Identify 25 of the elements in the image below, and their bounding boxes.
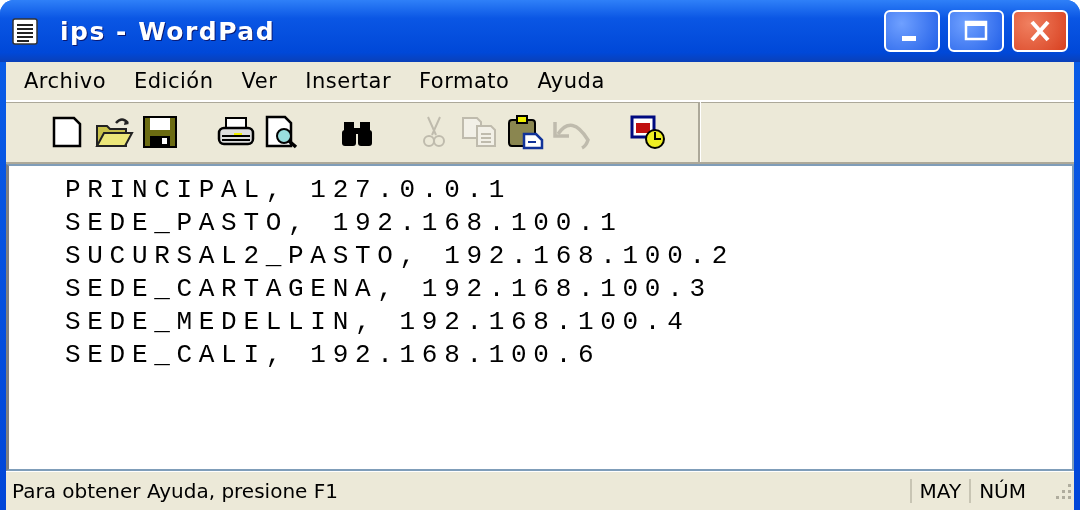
- menu-item[interactable]: Edición: [126, 67, 222, 95]
- maximize-button[interactable]: [948, 10, 1004, 52]
- notepad-icon: [12, 17, 38, 45]
- maximize-icon: [963, 19, 989, 43]
- text-line: SEDE_CALI, 192.168.100.6: [65, 339, 601, 372]
- menu-item[interactable]: Formato: [411, 67, 518, 95]
- menu-item[interactable]: Archivo: [16, 67, 114, 95]
- close-button[interactable]: [1012, 10, 1068, 52]
- menu-item[interactable]: Ayuda: [529, 67, 613, 95]
- text-line: PRINCIPAL, 127.0.0.1: [65, 174, 512, 207]
- text-line: SEDE_CARTAGENA, 192.168.100.3: [65, 273, 712, 306]
- status-message: Para obtener Ayuda, presione F1: [12, 479, 339, 503]
- calendar-clock-icon: [628, 114, 668, 150]
- menu-item[interactable]: Ver: [233, 67, 286, 95]
- text-line: SEDE_PASTO, 192.168.100.1: [65, 207, 623, 240]
- text-line: SEDE_MEDELLIN, 192.168.100.4: [65, 306, 690, 339]
- minimize-icon: [902, 35, 916, 41]
- status-indicator: MAY: [909, 479, 970, 503]
- menu-item[interactable]: Insertar: [297, 67, 400, 95]
- status-indicator: NÚM: [969, 479, 1034, 503]
- text-line: SUCURSAL2_PASTO, 192.168.100.2: [65, 240, 735, 273]
- window-title: ips - WordPad: [60, 16, 276, 46]
- minimize-button[interactable]: [884, 10, 940, 52]
- document-area[interactable]: PRINCIPAL, 127.0.0.1 SEDE_PASTO, 192.168.100.1 SUCURSAL2_PASTO, 192.168.100.2 SEDE_CARTAGENA, 192.168.100.3 SEDE_MEDELLIN, 192.168.100.4 SEDE_CALI, 192.168.100.6: [6, 164, 1074, 471]
- clipboard-icon: [506, 114, 546, 150]
